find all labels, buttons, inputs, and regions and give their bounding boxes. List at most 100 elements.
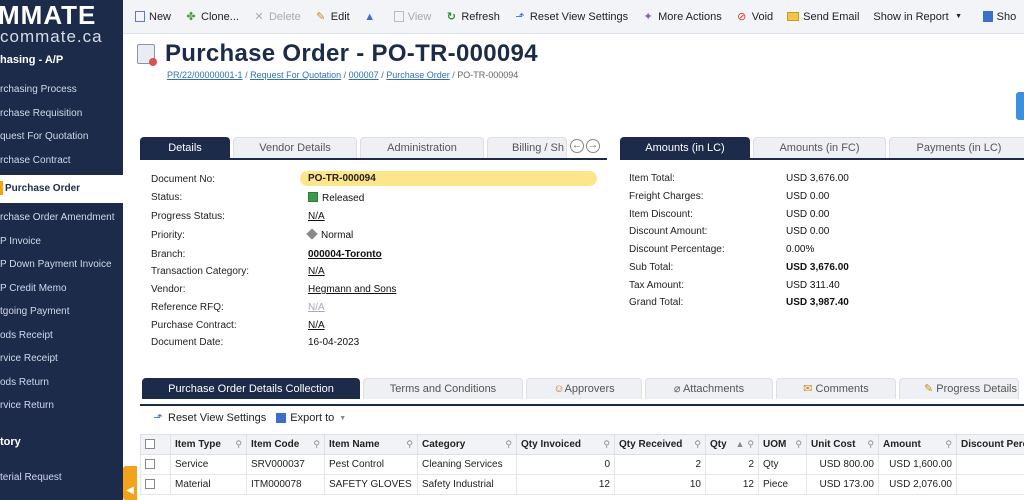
col-item-code[interactable]: Item Code ⚲	[246, 434, 325, 455]
delete-button[interactable]: ✕ Delete	[253, 11, 300, 23]
discount-percentage-value: 0.00%	[786, 244, 815, 255]
breadcrumb-link-000007[interactable]: 000007	[349, 70, 379, 80]
col-unit-cost[interactable]: Unit Cost ⚲	[806, 434, 879, 455]
table-row[interactable]: Service SRV000037 Pest Control Cleaning …	[140, 454, 1024, 475]
breadcrumb-link-rfq[interactable]: Request For Quotation	[250, 70, 341, 80]
reference-rfq-value[interactable]: N/A	[308, 302, 325, 313]
filter-icon[interactable]: ⚲	[313, 439, 320, 450]
clone-button[interactable]: ✤ Clone...	[185, 11, 239, 23]
col-qty-invoiced[interactable]: Qty Invoiced ⚲	[516, 434, 615, 455]
tab-terms-and-conditions[interactable]: Terms and Conditions	[363, 378, 523, 399]
tab-po-details-collection[interactable]: Purchase Order Details Collection	[142, 378, 360, 399]
filter-icon[interactable]: ⚲	[747, 439, 754, 450]
col-item-type[interactable]: Item Type ⚲	[170, 434, 247, 455]
branch-value[interactable]: 000004-Toronto	[308, 249, 382, 260]
vendor-value[interactable]: Hegmann and Sons	[308, 284, 396, 295]
purchase-contract-value[interactable]: N/A	[308, 320, 325, 331]
cell-discount-percentage	[956, 474, 1024, 495]
select-all-checkbox[interactable]	[140, 434, 171, 455]
workflow-icon: ▲	[364, 10, 376, 23]
sidebar-item-purchase-contract[interactable]: rchase Contract	[0, 149, 123, 173]
side-panel-toggle[interactable]	[1016, 92, 1024, 120]
tab-amounts-lc[interactable]: Amounts (in LC)	[620, 137, 750, 158]
new-button[interactable]: New	[135, 11, 171, 23]
edit-button[interactable]: ✎ Edit	[315, 11, 350, 23]
export-to-button[interactable]: Export to ▼	[276, 412, 346, 424]
sidebar-item-goods-receipt[interactable]: ods Receipt	[0, 324, 123, 348]
refresh-button[interactable]: ↻ Refresh	[445, 11, 500, 23]
sidebar-item-request-for-quotation[interactable]: quest For Quotation	[0, 125, 123, 149]
filter-icon[interactable]: ⚲	[235, 439, 242, 450]
cell-item-name: Pest Control	[324, 454, 418, 475]
filter-icon[interactable]: ⚲	[603, 439, 610, 450]
tab-next-icon[interactable]: →	[586, 139, 600, 153]
sidebar-item-material-request[interactable]: terial Request	[0, 466, 123, 490]
sort-asc-icon[interactable]: ▲	[735, 439, 744, 449]
sidebar-item-service-receipt[interactable]: rvice Receipt	[0, 347, 123, 371]
sidebar-item-outgoing-payment[interactable]: tgoing Payment	[0, 300, 123, 324]
comments-icon: ✉	[803, 383, 816, 395]
tab-details[interactable]: Details	[140, 137, 230, 158]
table-row[interactable]: Material ITM000078 SAFETY GLOVES Safety …	[140, 474, 1024, 495]
breadcrumb-link-pr[interactable]: PR/22/00000001-1	[167, 70, 243, 80]
row-checkbox[interactable]	[140, 474, 171, 495]
more-actions-button[interactable]: ✦ More Actions	[642, 11, 722, 23]
sidebar-item-goods-return[interactable]: ods Return	[0, 371, 123, 395]
sidebar-item-ap-invoice[interactable]: P Invoice	[0, 230, 123, 254]
grid-reset-view-settings-button[interactable]: ⬏ Reset View Settings	[152, 412, 266, 424]
tab-prev-icon[interactable]: ←	[570, 139, 584, 153]
col-qty-received[interactable]: Qty Received ⚲	[614, 434, 706, 455]
progress-status-value[interactable]: N/A	[308, 211, 325, 222]
col-item-type-label: Item Type	[175, 439, 221, 450]
reset-view-settings-button[interactable]: ⬏ Reset View Settings	[514, 11, 628, 23]
col-qty[interactable]: Qty ⚲ ▲	[705, 434, 759, 455]
col-uom[interactable]: UOM ⚲	[758, 434, 807, 455]
cell-qty-received: 10	[614, 474, 706, 495]
sidebar-item-purchase-requisition[interactable]: rchase Requisition	[0, 102, 123, 126]
filter-icon[interactable]: ⚲	[945, 439, 952, 450]
sidebar-item-ap-credit-memo[interactable]: P Credit Memo	[0, 277, 123, 301]
sidebar-item-purchase-order-amendment[interactable]: rchase Order Amendment	[0, 206, 123, 230]
tab-billing-shipping[interactable]: Billing / Sh	[487, 137, 567, 158]
sidebar-section-inventory[interactable]: tory	[0, 418, 123, 466]
filter-icon[interactable]: ⚲	[795, 439, 802, 450]
show-button[interactable]: Sho	[982, 11, 1016, 23]
tab-approvers[interactable]: ☺Approvers	[526, 378, 642, 399]
row-checkbox[interactable]	[140, 454, 171, 475]
view-button[interactable]: View	[393, 11, 431, 23]
filter-icon[interactable]: ⚲	[406, 439, 413, 450]
sidebar-item-service-return[interactable]: rvice Return	[0, 394, 123, 418]
grid-header-row: Item Type ⚲ Item Code ⚲ Item Name ⚲ Categor…	[140, 434, 1024, 455]
transaction-category-value[interactable]: N/A	[308, 266, 325, 277]
tab-vendor-details[interactable]: Vendor Details	[233, 137, 357, 158]
bottom-tabs: Purchase Order Details Collection Terms …	[142, 378, 1022, 399]
tab-attachments[interactable]: ⌀ Attachments	[645, 378, 773, 399]
sidebar-collapse-button[interactable]: ◀	[123, 466, 137, 500]
col-category[interactable]: Category ⚲	[417, 434, 517, 455]
filter-icon[interactable]: ⚲	[505, 439, 512, 450]
sidebar-item-ap-down-payment-invoice[interactable]: P Down Payment Invoice	[0, 253, 123, 277]
tab-administration[interactable]: Administration	[360, 137, 484, 158]
tab-amounts-fc[interactable]: Amounts (in FC)	[753, 137, 886, 158]
col-amount[interactable]: Amount ⚲	[878, 434, 957, 455]
send-email-button[interactable]: Send Email	[787, 11, 859, 23]
filter-icon[interactable]: ⚲	[694, 439, 701, 450]
col-discount-percentage[interactable]: Discount Perc	[956, 434, 1024, 455]
tab-comments[interactable]: ✉ Comments	[776, 378, 896, 399]
sidebar-section-purchasing[interactable]: hasing - A/P	[0, 48, 123, 78]
document-no-value: PO-TR-000094	[300, 171, 597, 186]
show-in-report-button[interactable]: Show in Report ▼	[873, 11, 968, 23]
sidebar-item-purchasing-process[interactable]: rchasing Process	[0, 78, 123, 102]
tab-payments-lc[interactable]: Payments (in LC)	[889, 137, 1024, 158]
new-label: New	[149, 10, 172, 23]
col-item-name[interactable]: Item Name ⚲	[324, 434, 418, 455]
filter-icon[interactable]: ⚲	[867, 439, 874, 450]
breadcrumb-link-purchase-order[interactable]: Purchase Order	[386, 70, 450, 80]
workflow-button[interactable]: ▲	[364, 11, 380, 23]
sidebar: MMATE commate.ca hasing - A/P rchasing P…	[0, 0, 123, 500]
sidebar-item-purchase-order[interactable]: Purchase Order	[0, 175, 123, 203]
tab-progress-details[interactable]: ✎ Progress Details	[899, 378, 1019, 399]
void-button[interactable]: ⊘ Void	[736, 11, 773, 23]
label-sub-total: Sub Total:	[629, 262, 674, 273]
logo: MMATE commate.ca	[0, 0, 123, 48]
